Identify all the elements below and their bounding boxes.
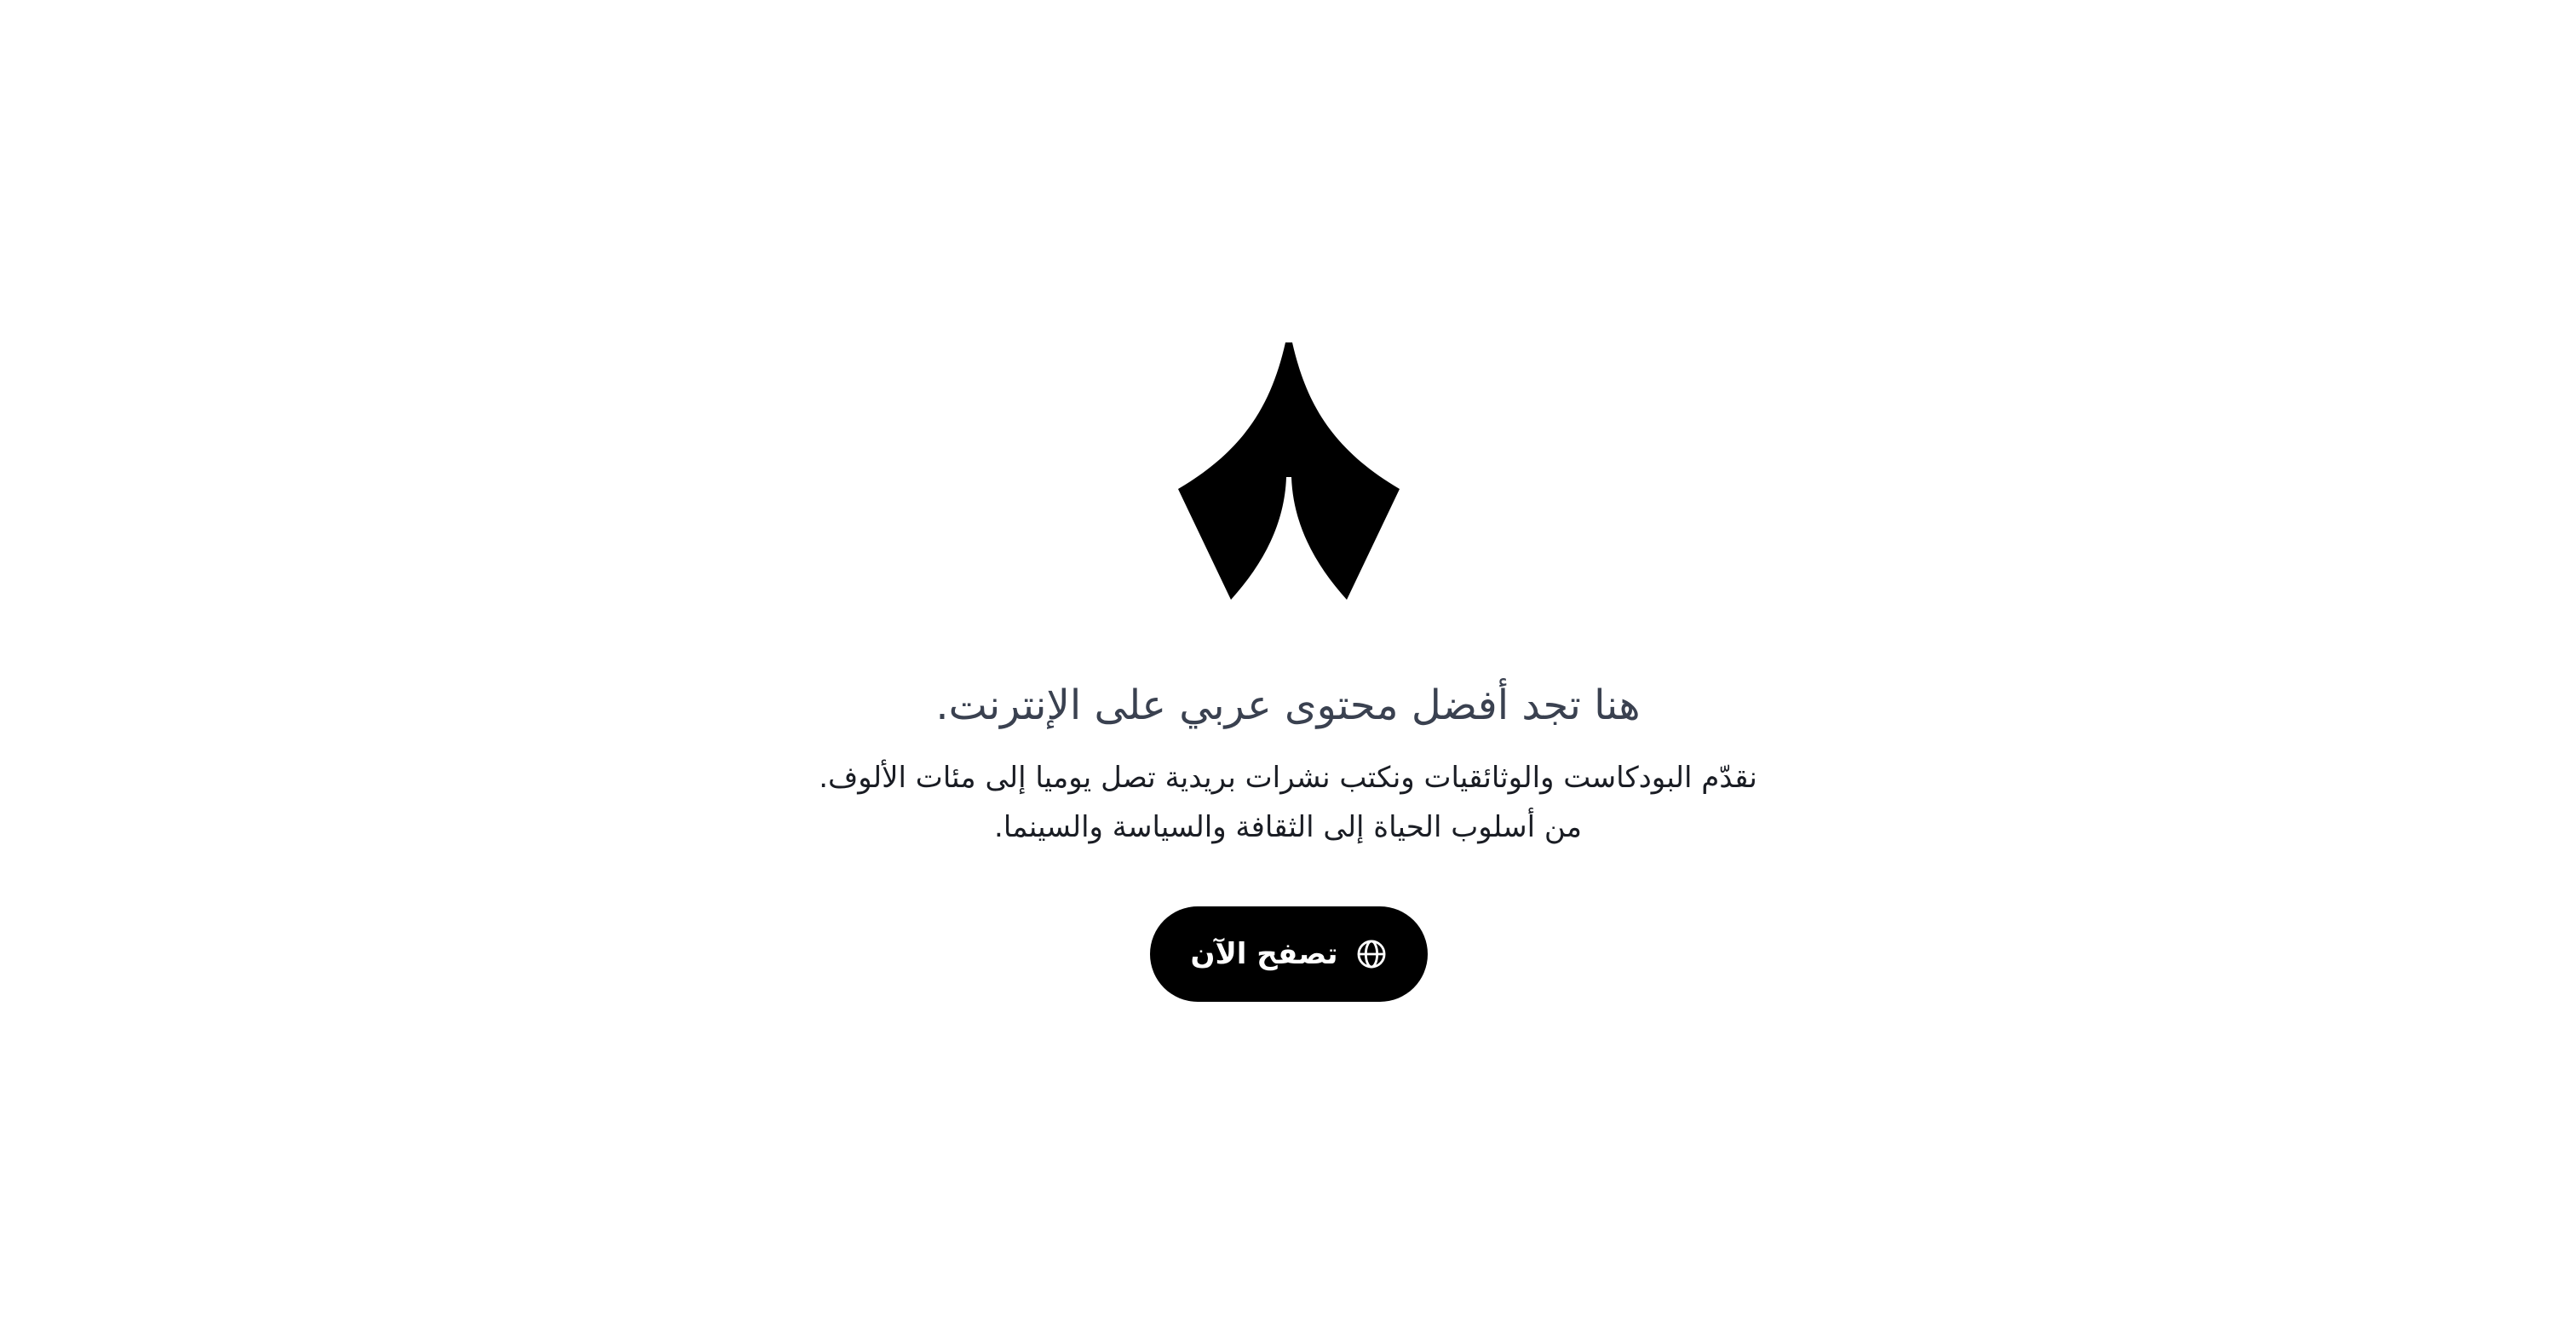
globe-icon (1355, 938, 1388, 970)
brand-logo-icon (1178, 342, 1400, 600)
hero-description-line-1: نقدّم البودكاست والوثائقيات ونكتب نشرات … (819, 761, 1757, 795)
landing-page: هنا تجد أفضل محتوى عربي على الإنترنت. نق… (0, 0, 2576, 1317)
hero-description-line-2: من أسلوب الحياة إلى الثقافة والسياسة وال… (994, 810, 1582, 844)
hero-description: نقدّم البودكاست والوثائقيات ونكتب نشرات … (0, 753, 2576, 852)
hero-headline: هنا تجد أفضل محتوى عربي على الإنترنت. (935, 682, 1641, 729)
browse-now-button[interactable]: تصفح الآن (1150, 906, 1428, 1002)
browse-now-label: تصفح الآن (1190, 937, 1338, 971)
